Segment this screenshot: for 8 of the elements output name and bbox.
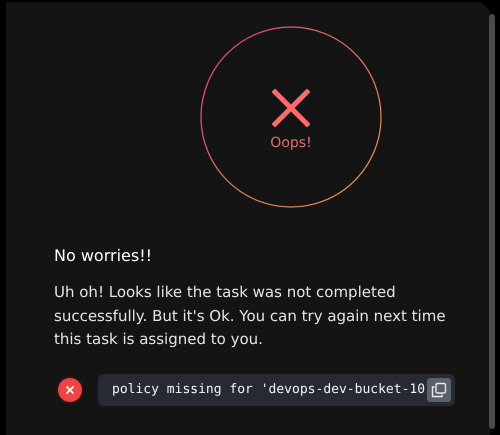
copy-button[interactable]	[427, 378, 452, 402]
result-message: Uh oh! Looks like the task was not completed successfully. But it's Ok. You can try again next time this task is assigned to you.	[54, 282, 447, 350]
close-icon	[272, 89, 310, 127]
scrollbar[interactable]	[489, 14, 495, 429]
error-text: policy missing for 'devops-dev-bucket-10	[112, 382, 426, 397]
error-icon	[56, 376, 84, 404]
status-label: Oops!	[270, 135, 312, 151]
result-heading: No worries!!	[54, 246, 154, 265]
